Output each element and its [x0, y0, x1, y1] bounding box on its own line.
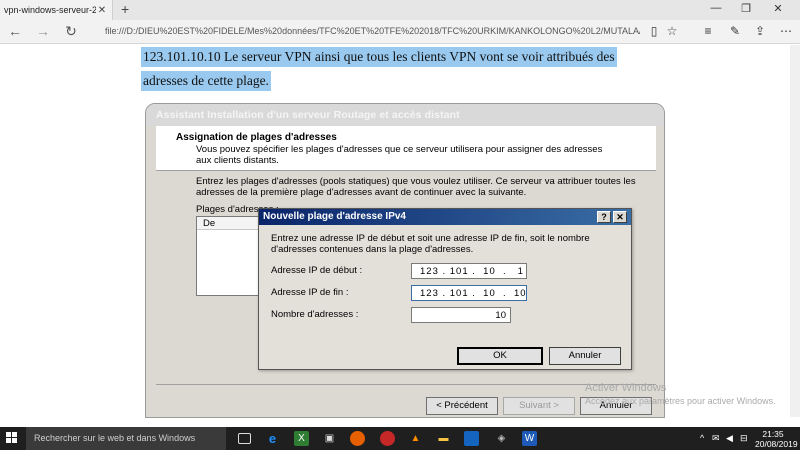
word-icon[interactable]: W [522, 431, 537, 446]
dialog-close-button[interactable]: ✕ [613, 211, 627, 223]
previous-button[interactable]: < Précédent [426, 397, 498, 415]
reading-view-icon[interactable]: ▯ [646, 24, 662, 38]
tray-chevron-icon[interactable]: ^ [700, 433, 704, 443]
end-ip-input[interactable]: 123 . 101 . 10 . 10 [411, 285, 527, 301]
address-bar: ← → ↻ file:///D:/DIEU%20EST%20FIDELE/Mes… [0, 20, 800, 44]
wizard-heading: Assignation de plages d'adresses [176, 132, 337, 143]
wizard-header: Assignation de plages d'adresses Vous po… [156, 126, 656, 170]
wizard-title: Assistant Installation d'un serveur Rout… [146, 104, 664, 126]
refresh-button[interactable]: ↻ [62, 23, 80, 40]
task-view-icon[interactable] [238, 433, 251, 444]
network-icon[interactable]: ⊟ [740, 433, 748, 444]
address-count-input[interactable]: 10 [411, 307, 511, 323]
web-note-icon[interactable]: ✎ [727, 24, 743, 38]
more-icon[interactable]: ⋯ [778, 24, 794, 38]
wizard-intro-text: Entrez les plages d'adresses (pools stat… [196, 176, 636, 198]
tab-title: vpn-windows-serveur-2( [4, 5, 96, 15]
dialog-description: Entrez une adresse IP de début et soit u… [271, 233, 590, 255]
maximize-button[interactable]: ❐ [736, 2, 756, 15]
clock-date: 20/08/2019 [755, 439, 798, 449]
start-ip-row: Adresse IP de début : 123 . 101 . 10 . 1 [271, 263, 621, 279]
count-row: Nombre d'adresses : 10 [271, 307, 621, 323]
app-icon[interactable] [464, 431, 479, 446]
dialog-title: Nouvelle plage d'adresse IPv4 [259, 209, 631, 225]
wizard-subheading: Vous pouvez spécifier les plages d'adres… [196, 144, 603, 166]
end-ip-row: Adresse IP de fin : 123 . 101 . 10 . 10 [271, 285, 621, 301]
start-ip-label: Adresse IP de début : [271, 265, 363, 276]
highlighted-text-line-2: adresses de cette plage. [141, 71, 271, 91]
taskbar-clock[interactable]: 21:35 20/08/2019 [755, 429, 798, 449]
file-explorer-icon[interactable]: ▬ [436, 431, 451, 446]
hub-icon[interactable]: ≡ [700, 24, 716, 38]
new-tab-button[interactable]: + [121, 1, 129, 17]
vlc-icon[interactable]: ▲ [408, 431, 423, 446]
address-count-label: Nombre d'adresses : [271, 309, 359, 320]
activation-watermark-text: Accédez aux paramètres pour activer Wind… [585, 396, 776, 406]
ok-button[interactable]: OK [457, 347, 543, 365]
close-icon[interactable]: ✕ [96, 5, 108, 16]
address-ranges-list[interactable]: De [196, 216, 266, 296]
windows-start-icon[interactable] [6, 432, 18, 444]
notifications-icon[interactable]: ✉ [712, 433, 720, 444]
browser-tab[interactable]: vpn-windows-serveur-2( ✕ [0, 0, 113, 20]
highlighted-text-line-1: 123.101.10.10 Le serveur VPN ainsi que t… [141, 47, 617, 67]
opera-icon[interactable] [380, 431, 395, 446]
dialog-cancel-button[interactable]: Annuler [549, 347, 621, 365]
firefox-icon[interactable] [350, 431, 365, 446]
forward-button[interactable]: → [34, 23, 52, 39]
list-column-header[interactable]: De [197, 217, 265, 230]
browser-tab-bar: vpn-windows-serveur-2( ✕ + — ❐ ✕ [0, 0, 800, 20]
taskbar: Rechercher sur le web et dans Windows e … [0, 427, 800, 450]
divider [156, 384, 656, 385]
activation-watermark-title: Activer Windows [585, 382, 667, 394]
help-button[interactable]: ? [597, 211, 611, 223]
share-icon[interactable]: ⇪ [752, 24, 768, 38]
page-scrollbar[interactable] [790, 45, 800, 417]
next-button[interactable]: Suivant > [503, 397, 575, 415]
url-field[interactable]: file:///D:/DIEU%20EST%20FIDELE/Mes%20don… [105, 26, 640, 36]
start-ip-input[interactable]: 123 . 101 . 10 . 1 [411, 263, 527, 279]
edge-browser-icon[interactable]: e [265, 431, 280, 446]
new-address-range-dialog: Nouvelle plage d'adresse IPv4 ? ✕ Entrez… [258, 208, 632, 370]
back-button[interactable]: ← [6, 23, 24, 39]
favorite-star-icon[interactable]: ☆ [664, 24, 680, 38]
clock-time: 21:35 [762, 429, 784, 439]
minimize-button[interactable]: — [706, 2, 726, 14]
divider [156, 170, 656, 171]
end-ip-label: Adresse IP de fin : [271, 287, 349, 298]
excel-icon[interactable]: X [294, 431, 309, 446]
store-icon[interactable]: ▣ [322, 431, 337, 446]
taskbar-search-input[interactable]: Rechercher sur le web et dans Windows [26, 427, 226, 450]
virtualbox-icon[interactable]: ◈ [494, 431, 509, 446]
volume-icon[interactable]: ◀ [726, 433, 733, 444]
window-close-button[interactable]: ✕ [768, 2, 788, 15]
